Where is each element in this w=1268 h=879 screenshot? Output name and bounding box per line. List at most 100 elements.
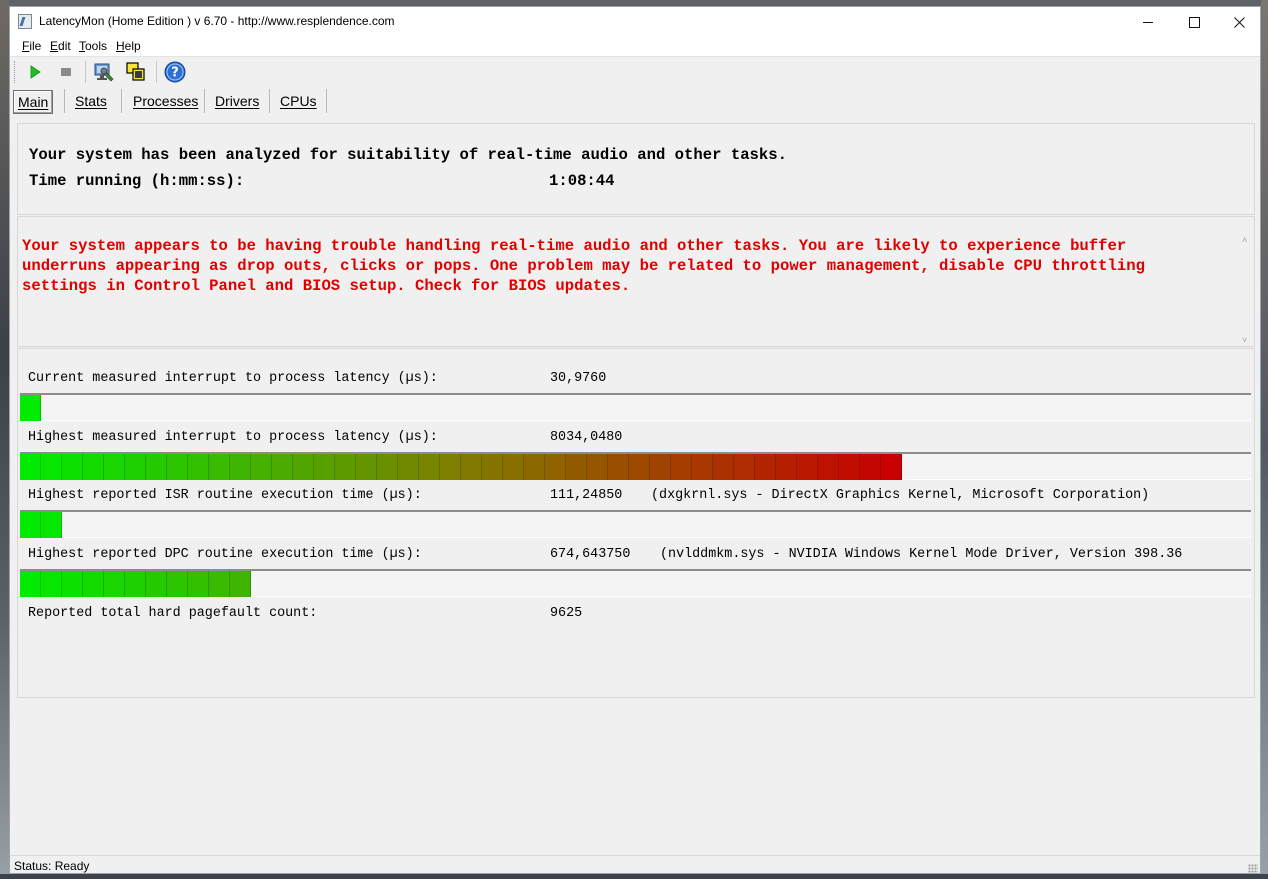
tab-processes[interactable]: Processes [133, 90, 198, 112]
bar-segment [251, 454, 272, 480]
tab-main[interactable]: Main [13, 90, 54, 114]
summary-heading: Your system has been analyzed for suitab… [29, 146, 787, 164]
bar-segment [209, 571, 230, 597]
scroll-down-icon[interactable]: ˅ [1242, 335, 1247, 345]
bar-segment [482, 454, 503, 480]
latencymon-app-icon[interactable] [18, 14, 32, 29]
menu-file-label: ile [29, 39, 42, 53]
menu-edit-label: dit [58, 39, 71, 53]
play-icon [30, 65, 41, 79]
bar-segment [755, 454, 776, 480]
time-running-label: Time running (h:mm:ss): [29, 172, 245, 190]
metric-value: 8034,0480 [550, 430, 623, 445]
bar-segment [818, 454, 839, 480]
bar-segment [20, 454, 41, 480]
menu-edit[interactable]: Edit [50, 39, 71, 53]
bar-segment [62, 571, 83, 597]
bar-segment [104, 454, 125, 480]
menu-help-accel: H [116, 39, 125, 53]
latency-bar-fill [20, 571, 251, 597]
tab-divider [269, 89, 270, 113]
latencymon-window: LatencyMon (Home Edition ) v 6.70 - http… [9, 6, 1261, 874]
title-bar[interactable]: LatencyMon (Home Edition ) v 6.70 - http… [10, 7, 1260, 37]
maximize-button[interactable] [1171, 7, 1217, 37]
toolbar: ? [10, 57, 1260, 87]
bar-segment [20, 512, 41, 538]
resize-grip-icon[interactable] [1248, 864, 1258, 873]
tab-processes-label: Processes [133, 93, 199, 109]
tab-cpus[interactable]: CPUs [280, 90, 317, 112]
bar-segment [503, 454, 524, 480]
start-button[interactable] [24, 61, 46, 83]
metric-label: Highest measured interrupt to process la… [28, 430, 438, 445]
tab-stats[interactable]: Stats [75, 90, 107, 112]
tab-divider [64, 89, 65, 113]
help-icon: ? [164, 61, 186, 83]
bar-segment [440, 454, 461, 480]
bar-segment [104, 571, 125, 597]
dpc-bar [20, 569, 1251, 597]
latency-bar-fill [20, 512, 62, 538]
minimize-button[interactable] [1125, 7, 1171, 37]
bar-segment [20, 571, 41, 597]
close-icon [1233, 16, 1245, 28]
desktop-left-edge [0, 0, 9, 879]
tab-divider [121, 89, 122, 113]
bar-segment [734, 454, 755, 480]
bar-segment [146, 454, 167, 480]
metric-value: 674,643750 [550, 547, 631, 562]
isr-bar [20, 510, 1251, 538]
bar-segment [41, 454, 62, 480]
bar-segment [671, 454, 692, 480]
tab-cpus-label: CPUs [280, 93, 317, 109]
wrench-monitor-icon [94, 63, 114, 82]
status-bar: Status: Ready [10, 855, 1260, 873]
tab-stats-label: Stats [75, 93, 107, 109]
metric-value: 9625 [550, 606, 583, 621]
stop-button[interactable] [55, 61, 77, 83]
tab-strip: Main Stats Processes Drivers CPUs [10, 87, 1260, 115]
bar-segment [125, 454, 146, 480]
bar-segment [419, 454, 440, 480]
minimize-icon [1143, 22, 1153, 23]
menu-edit-accel: E [50, 39, 59, 53]
bar-segment [608, 454, 629, 480]
bar-segment [356, 454, 377, 480]
bar-segment [377, 454, 398, 480]
scroll-up-icon[interactable]: ˄ [1242, 235, 1247, 245]
desktop-right-edge [1261, 0, 1268, 879]
tab-drivers[interactable]: Drivers [215, 90, 259, 112]
bar-segment [125, 571, 146, 597]
menu-help[interactable]: Help [116, 39, 141, 53]
bar-segment [461, 454, 482, 480]
bar-segment [293, 454, 314, 480]
close-button[interactable] [1216, 7, 1260, 37]
metric-value: 111,24850 [550, 488, 623, 503]
latency-bar-fill [20, 454, 902, 480]
bar-segment [650, 454, 671, 480]
bar-segment [587, 454, 608, 480]
tab-divider [204, 89, 205, 113]
dpc-driver-info: (nvlddmkm.sys - NVIDIA Windows Kernel Mo… [660, 547, 1183, 562]
bar-segment [692, 454, 713, 480]
bar-segment [860, 454, 881, 480]
windows-button[interactable] [125, 61, 147, 83]
menu-file[interactable]: File [22, 39, 41, 53]
windows-icon [126, 62, 145, 81]
driver-details-button[interactable] [93, 61, 115, 83]
bar-segment [797, 454, 818, 480]
menu-tools[interactable]: Tools [79, 39, 107, 53]
bar-segment [230, 571, 251, 597]
bar-segment [335, 454, 356, 480]
stop-icon [61, 68, 71, 76]
latency-bar-highest [20, 452, 1251, 480]
bar-segment [83, 571, 104, 597]
toolbar-grip[interactable] [14, 61, 17, 83]
bar-segment [41, 571, 62, 597]
metric-label: Highest reported DPC routine execution t… [28, 547, 422, 562]
help-button[interactable]: ? [164, 61, 186, 83]
conclusion-scrollbar[interactable]: ˄ ˅ [1239, 233, 1253, 345]
desktop-bottom-edge [0, 874, 1268, 879]
bar-segment [146, 571, 167, 597]
tab-drivers-label: Drivers [215, 93, 260, 109]
